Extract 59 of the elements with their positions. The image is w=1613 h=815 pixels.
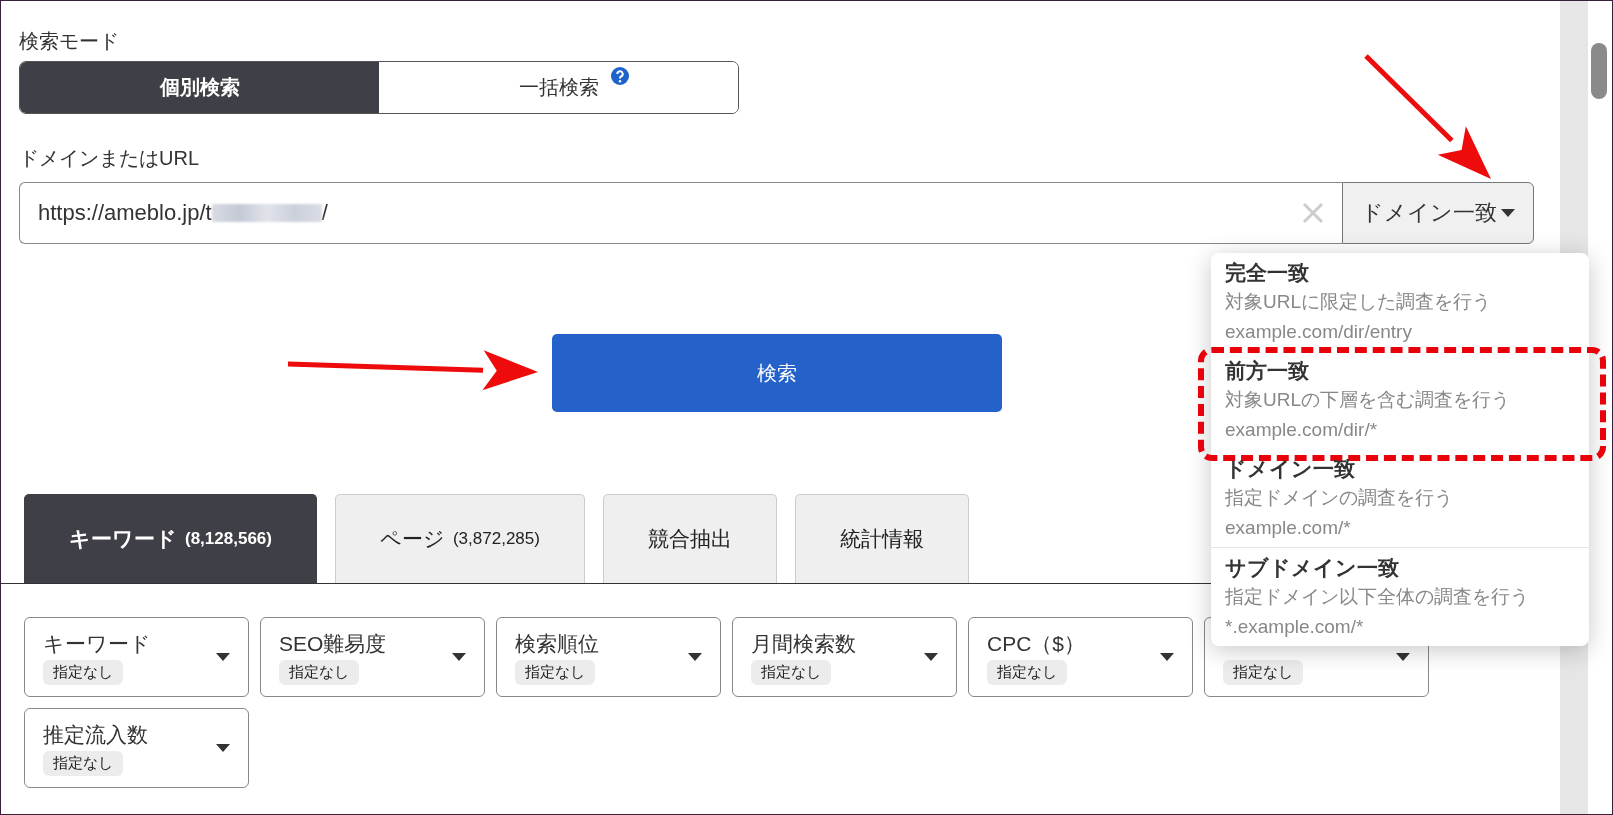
menu-item-example: example.com/* xyxy=(1225,516,1352,540)
tab[interactable]: 競合抽出 xyxy=(602,494,777,583)
menu-item-title: 完全一致 xyxy=(1225,260,1310,286)
filter-dropdown[interactable]: CPC（$） 指定なし xyxy=(968,617,1193,697)
tab-label: キーワード xyxy=(69,526,177,552)
filter-label: 月間検索数 xyxy=(751,630,857,657)
tab-label: ページ xyxy=(379,526,445,552)
search-button[interactable]: 検索 xyxy=(552,334,1002,412)
filter-value: 指定なし xyxy=(279,659,359,685)
filter-value: 指定なし xyxy=(751,659,831,685)
match-dropdown[interactable]: ドメイン一致 xyxy=(1342,182,1534,244)
tab-count: (3,872,285) xyxy=(452,529,540,549)
url-field[interactable]: https://ameblo.jp/t / xyxy=(19,182,1342,244)
filter-label: SEO難易度 xyxy=(279,630,388,657)
caret-icon xyxy=(1160,652,1174,662)
menu-item-title: ドメイン一致 xyxy=(1225,456,1356,482)
filter-value: 指定なし xyxy=(43,659,123,685)
scrollbar-thumb[interactable] xyxy=(1591,43,1607,99)
caret-icon xyxy=(452,652,466,662)
filter-label: 検索順位 xyxy=(515,630,600,657)
filter-dropdown[interactable]: 月間検索数 指定なし xyxy=(732,617,957,697)
menu-item[interactable]: 完全一致 対象URLに限定した調査を行う example.com/dir/entry xyxy=(1211,253,1589,351)
tab-label: 統計情報 xyxy=(839,526,924,552)
filter-dropdown[interactable]: 推定流入数 指定なし xyxy=(24,708,249,788)
menu-item-description: 対象URLに限定した調査を行う xyxy=(1225,290,1492,314)
menu-item-example: example.com/dir/entry xyxy=(1225,320,1413,344)
filter-dropdown[interactable]: 検索順位 指定なし xyxy=(496,617,721,697)
caret-icon xyxy=(1501,208,1515,218)
tab-count: (8,128,566) xyxy=(185,529,272,549)
menu-item-description: 対象URLの下層を含む調査を行う xyxy=(1225,388,1511,412)
menu-item-title: サブドメイン一致 xyxy=(1225,555,1400,581)
menu-item-title: 前方一致 xyxy=(1225,358,1310,384)
tab[interactable]: キーワード (8,128,566) xyxy=(24,494,317,583)
filter-value: 指定なし xyxy=(515,659,595,685)
filter-value: 指定なし xyxy=(987,659,1067,685)
caret-icon xyxy=(688,652,702,662)
filter-value: 指定なし xyxy=(43,750,123,776)
menu-item-example: *.example.com/* xyxy=(1225,615,1365,639)
tab[interactable]: ページ (3,872,285) xyxy=(334,494,585,583)
filter-label: 推定流入数 xyxy=(43,721,149,748)
filter-value: 指定なし xyxy=(1223,659,1303,685)
caret-icon xyxy=(216,743,230,753)
url-label: ドメインまたはURL xyxy=(19,146,200,171)
tab[interactable]: 統計情報 xyxy=(794,494,969,583)
tab-label: 競合抽出 xyxy=(647,526,732,552)
menu-item-description: 指定ドメイン以下全体の調査を行う xyxy=(1225,585,1530,609)
help-icon[interactable] xyxy=(610,67,629,85)
filter-dropdown[interactable]: キーワード 指定なし xyxy=(24,617,249,697)
menu-item[interactable]: ドメイン一致 指定ドメインの調査を行う example.com/* xyxy=(1211,449,1589,547)
caret-icon xyxy=(1396,652,1410,662)
mode-option[interactable]: 個別検索 xyxy=(20,62,379,113)
caret-icon xyxy=(216,652,230,662)
filter-label: CPC（$） xyxy=(987,630,1087,657)
menu-item-example: example.com/dir/* xyxy=(1225,418,1379,442)
filter-dropdown[interactable]: SEO難易度 指定なし xyxy=(260,617,485,697)
filter-label: キーワード xyxy=(43,630,152,657)
caret-icon xyxy=(924,652,938,662)
menu-item-description: 指定ドメインの調査を行う xyxy=(1225,486,1454,510)
search-mode-label: 検索モード xyxy=(19,29,120,54)
